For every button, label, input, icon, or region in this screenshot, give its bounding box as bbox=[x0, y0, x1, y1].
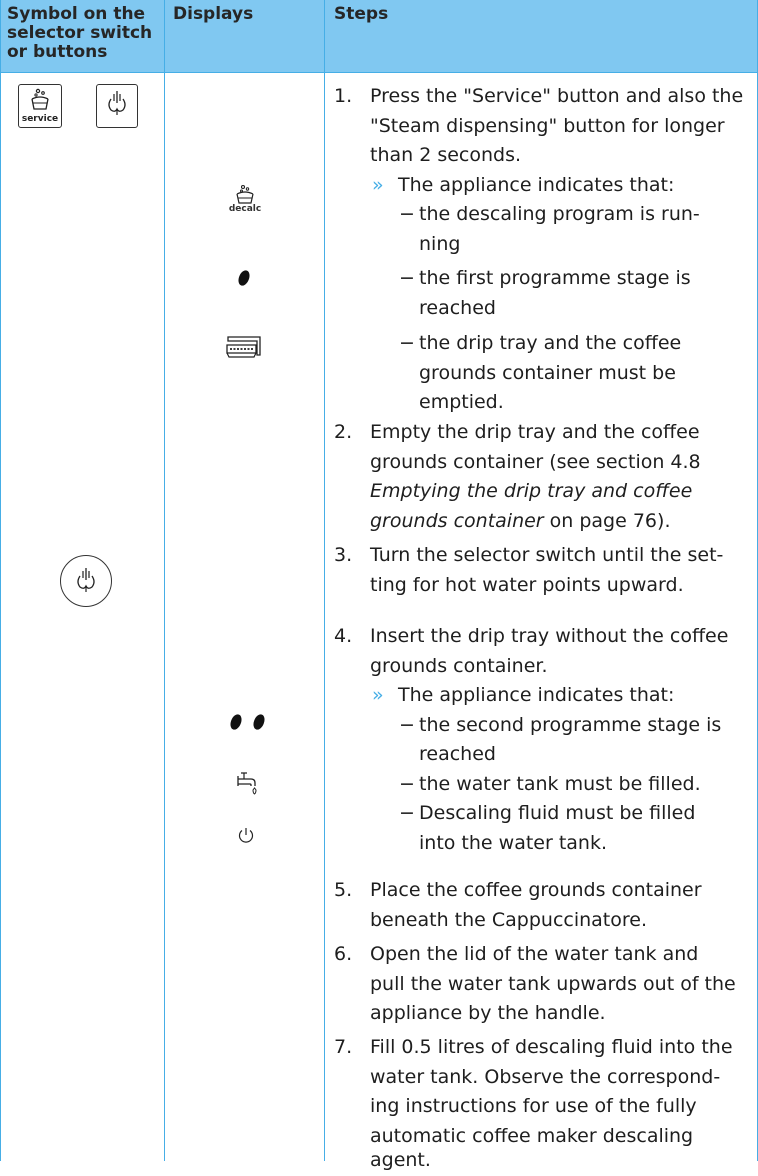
step-2-line: grounds container (see section 4.8 bbox=[370, 450, 701, 473]
header-symbols: Symbol on the selector switch or buttons bbox=[7, 5, 162, 77]
step-7-line: water tank. Observe the correspond- bbox=[370, 1065, 721, 1088]
single-bean-indicator-icon bbox=[236, 267, 252, 289]
list-dash: − bbox=[399, 332, 415, 354]
step-2-number: 2. bbox=[334, 421, 353, 443]
step-1-line: "Steam dispensing" button for longer bbox=[370, 114, 725, 137]
list-dash: − bbox=[399, 267, 415, 289]
step-2-reference: grounds container bbox=[370, 509, 544, 532]
step-2-line: Empty the drip tray and the coffee bbox=[370, 421, 700, 443]
decalc-label: decalc bbox=[228, 204, 262, 214]
step-3-number: 3. bbox=[334, 544, 353, 566]
double-bean-indicator-icon bbox=[226, 711, 272, 733]
step-4-line: Insert the drip tray without the coffee bbox=[370, 625, 729, 647]
step-6-line: pull the water tank upwards out of the bbox=[370, 972, 736, 995]
list-dash: − bbox=[399, 713, 415, 736]
header-symbols-line2: selector switch bbox=[7, 23, 153, 43]
selector-switch-icon bbox=[60, 555, 112, 607]
step-7-number: 7. bbox=[334, 1036, 353, 1058]
step-6-line: appliance by the handle. bbox=[370, 1002, 606, 1024]
step-2-page-ref: on page 76). bbox=[543, 509, 671, 532]
step-3-line: Turn the selector switch until the set- bbox=[370, 544, 724, 566]
header-divider bbox=[0, 72, 758, 73]
step-6-line: Open the lid of the water tank and bbox=[370, 943, 699, 965]
step-1-item: the drip tray and the coffee bbox=[419, 332, 682, 354]
step-4-item: reached bbox=[419, 743, 496, 765]
column-divider bbox=[0, 0, 1, 1161]
step-2-line: grounds container on page 76). bbox=[370, 507, 670, 537]
list-dash: − bbox=[399, 802, 415, 824]
result-marker: » bbox=[372, 684, 384, 706]
step-4-result: The appliance indicates that: bbox=[398, 684, 675, 706]
list-dash: − bbox=[399, 772, 415, 795]
step-4-item: the water tank must be filled. bbox=[419, 772, 701, 795]
drip-tray-icon bbox=[224, 331, 266, 361]
step-6-number: 6. bbox=[334, 943, 353, 965]
step-1-line: Press the "Service" button and also the bbox=[370, 85, 744, 107]
decalc-display-icon: decalc bbox=[229, 184, 261, 220]
list-dash: − bbox=[399, 203, 415, 225]
header-displays: Displays bbox=[173, 4, 254, 24]
step-1-item: emptied. bbox=[419, 391, 504, 413]
step-4-item: into the water tank. bbox=[419, 831, 608, 854]
step-7-line: Fill 0.5 litres of descaling fluid into … bbox=[370, 1036, 733, 1058]
column-divider bbox=[164, 0, 165, 1161]
step-1-line: than 2 seconds. bbox=[370, 144, 522, 166]
header-steps: Steps bbox=[334, 4, 389, 24]
instruction-table: Symbol on the selector switch or buttons… bbox=[0, 0, 758, 1171]
step-5-number: 5. bbox=[334, 879, 353, 901]
step-1-number: 1. bbox=[334, 85, 353, 107]
step-7-line: ing instructions for use of the fully bbox=[370, 1095, 697, 1117]
step-1-item: the descaling program is run- bbox=[419, 203, 700, 225]
step-4-line: grounds container. bbox=[370, 654, 548, 677]
column-divider bbox=[324, 0, 325, 1161]
step-1-item: ning bbox=[419, 232, 461, 255]
step-5-line: beneath the Cappuccinatore. bbox=[370, 908, 648, 931]
steam-button-symbol bbox=[96, 84, 138, 128]
steam-tap-icon bbox=[108, 91, 126, 115]
step-4-number: 4. bbox=[334, 625, 353, 647]
step-1-item: grounds container must be bbox=[419, 361, 676, 384]
step-1-result: The appliance indicates that: bbox=[398, 173, 675, 196]
step-4-item: Descaling fluid must be filled bbox=[419, 802, 696, 824]
step-1-item: reached bbox=[419, 296, 496, 319]
cup-with-bubbles-icon bbox=[31, 88, 49, 110]
water-tap-icon bbox=[236, 768, 260, 798]
power-icon bbox=[237, 826, 255, 844]
result-marker: » bbox=[372, 173, 384, 196]
step-4-item: the second programme stage is bbox=[419, 713, 722, 736]
step-1-item: the first programme stage is bbox=[419, 267, 691, 289]
cup-with-bubbles-icon bbox=[236, 184, 254, 204]
header-symbols-line1: Symbol on the bbox=[7, 4, 146, 24]
service-button-label: service bbox=[21, 114, 59, 124]
step-5-line: Place the coffee grounds container bbox=[370, 879, 702, 901]
step-3-line: ting for hot water points upward. bbox=[370, 573, 684, 596]
step-2-reference: Emptying the drip tray and coffee bbox=[370, 480, 693, 502]
service-button-symbol: service bbox=[18, 84, 62, 128]
header-symbols-line3: or buttons bbox=[7, 42, 108, 62]
